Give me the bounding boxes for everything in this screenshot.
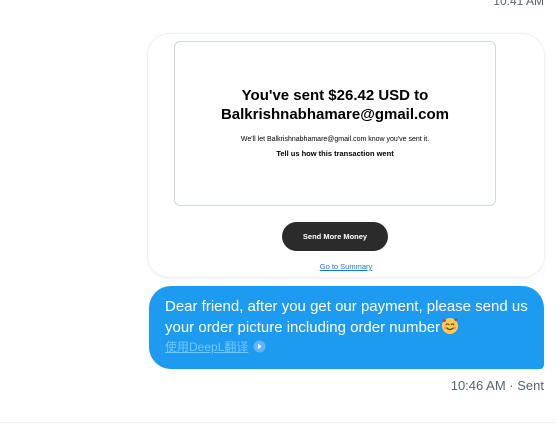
sent-message-bubble[interactable]: Dear friend, after you get our payment, …	[149, 286, 544, 369]
receipt-title: You've sent $26.42 USD to Balkrishnabham…	[175, 86, 495, 124]
message-sent-status: Sent	[517, 378, 544, 393]
meta-separator: ·	[509, 378, 514, 393]
go-to-summary-link[interactable]: Go to Summary	[148, 262, 544, 271]
translate-row: 使用DeepL翻译	[165, 338, 528, 355]
message-timestamp: 10:46 AM	[450, 378, 506, 393]
bottom-divider	[0, 422, 556, 423]
receipt-title-line1: You've sent $26.42 USD to	[241, 87, 429, 104]
message-status: 10:46 AM · Sent	[451, 378, 544, 393]
previous-message-timestamp: 10:41 AM	[493, 0, 544, 8]
receipt-note: We'll let Balkrishnabhamare@gmail.com kn…	[240, 136, 430, 143]
send-more-money-button[interactable]: Send More Money	[282, 222, 388, 251]
receipt-panel: You've sent $26.42 USD to Balkrishnabham…	[174, 41, 496, 206]
message-text: Dear friend, after you get our payment, …	[165, 298, 528, 336]
payment-receipt-card: You've sent $26.42 USD to Balkrishnabham…	[148, 34, 544, 277]
receipt-feedback-prompt[interactable]: Tell us how this transaction went	[175, 149, 495, 158]
smiling-face-with-hearts-icon	[441, 317, 459, 335]
receipt-title-line2: Balkrishnabhamare@gmail.com	[220, 106, 450, 123]
deepl-translate-link[interactable]: 使用DeepL翻译	[165, 338, 248, 355]
deepl-icon[interactable]	[253, 340, 266, 353]
message-body: Dear friend, after you get our payment, …	[165, 296, 528, 338]
